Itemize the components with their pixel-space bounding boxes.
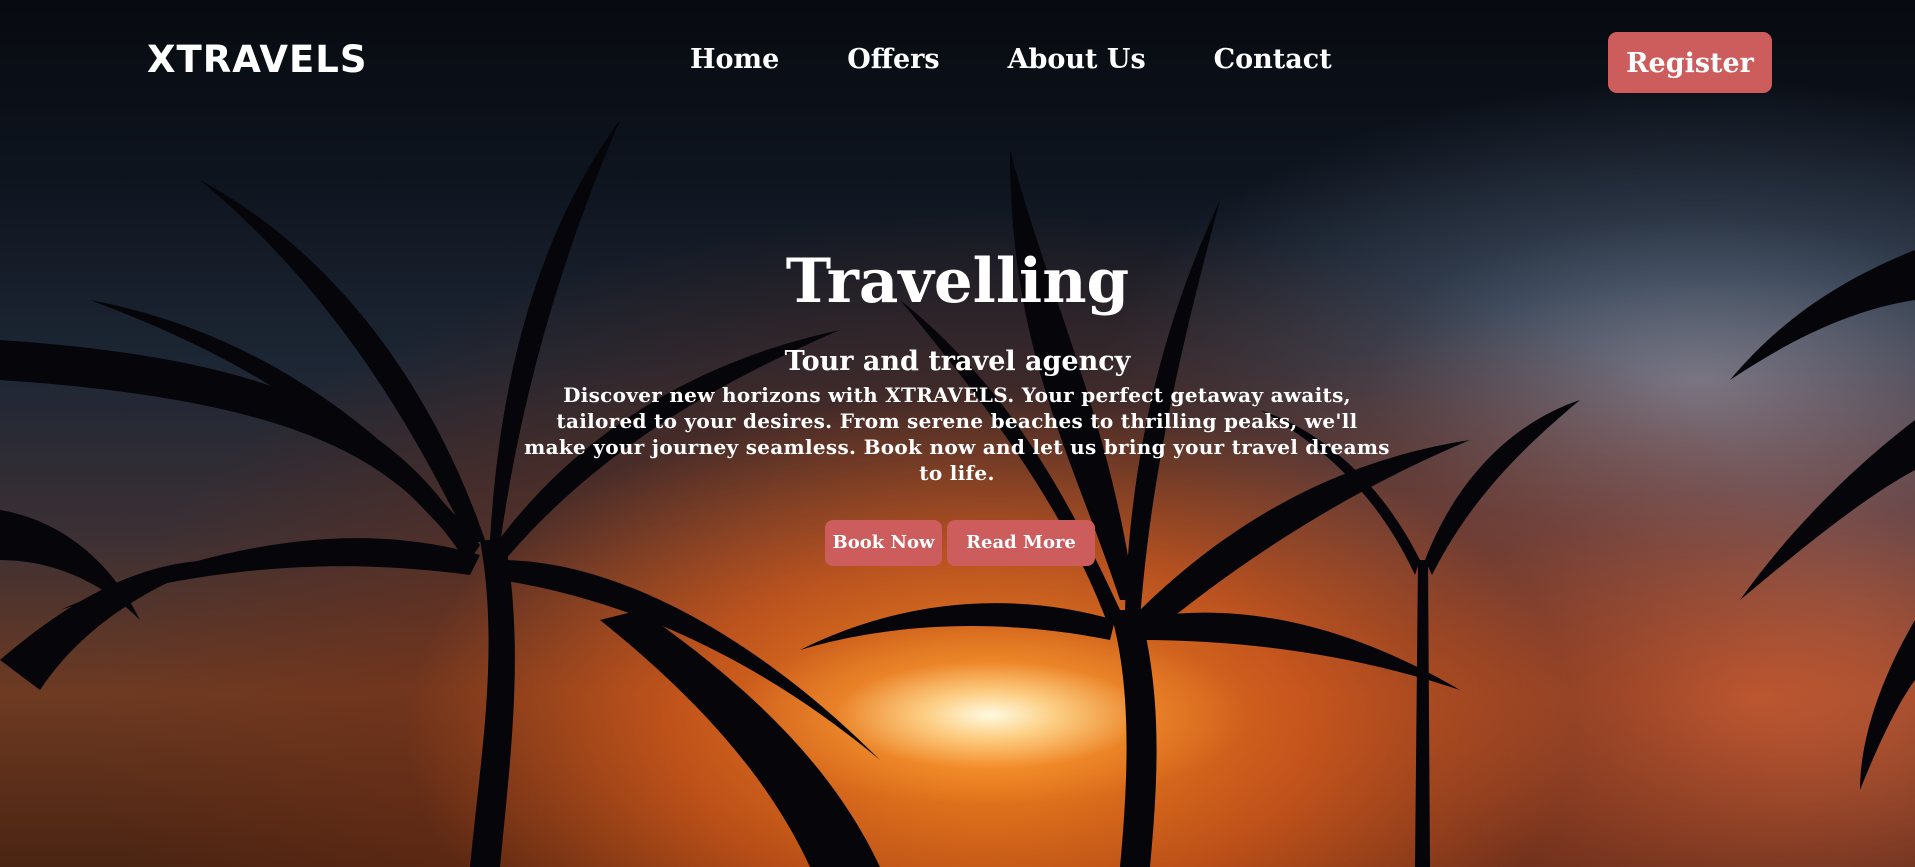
hero-subtitle: Tour and travel agency bbox=[784, 346, 1131, 377]
hero-section: XTRAVELS Home Offers About Us Contact Re… bbox=[0, 0, 1915, 867]
book-now-button[interactable]: Book Now bbox=[825, 520, 942, 566]
nav-item-offers[interactable]: Offers bbox=[847, 44, 939, 75]
hero-title: Travelling bbox=[785, 246, 1130, 317]
nav-item-contact[interactable]: Contact bbox=[1214, 44, 1332, 75]
nav-item-home[interactable]: Home bbox=[690, 44, 779, 75]
read-more-button[interactable]: Read More bbox=[947, 520, 1095, 566]
main-nav: Home Offers About Us Contact bbox=[690, 44, 1400, 75]
nav-item-about-us[interactable]: About Us bbox=[1008, 44, 1146, 75]
register-button[interactable]: Register bbox=[1608, 32, 1772, 93]
top-navigation-bar: XTRAVELS Home Offers About Us Contact Re… bbox=[0, 0, 1915, 128]
brand-logo[interactable]: XTRAVELS bbox=[147, 38, 368, 81]
hero-description: Discover new horizons with XTRAVELS. You… bbox=[524, 383, 1390, 485]
